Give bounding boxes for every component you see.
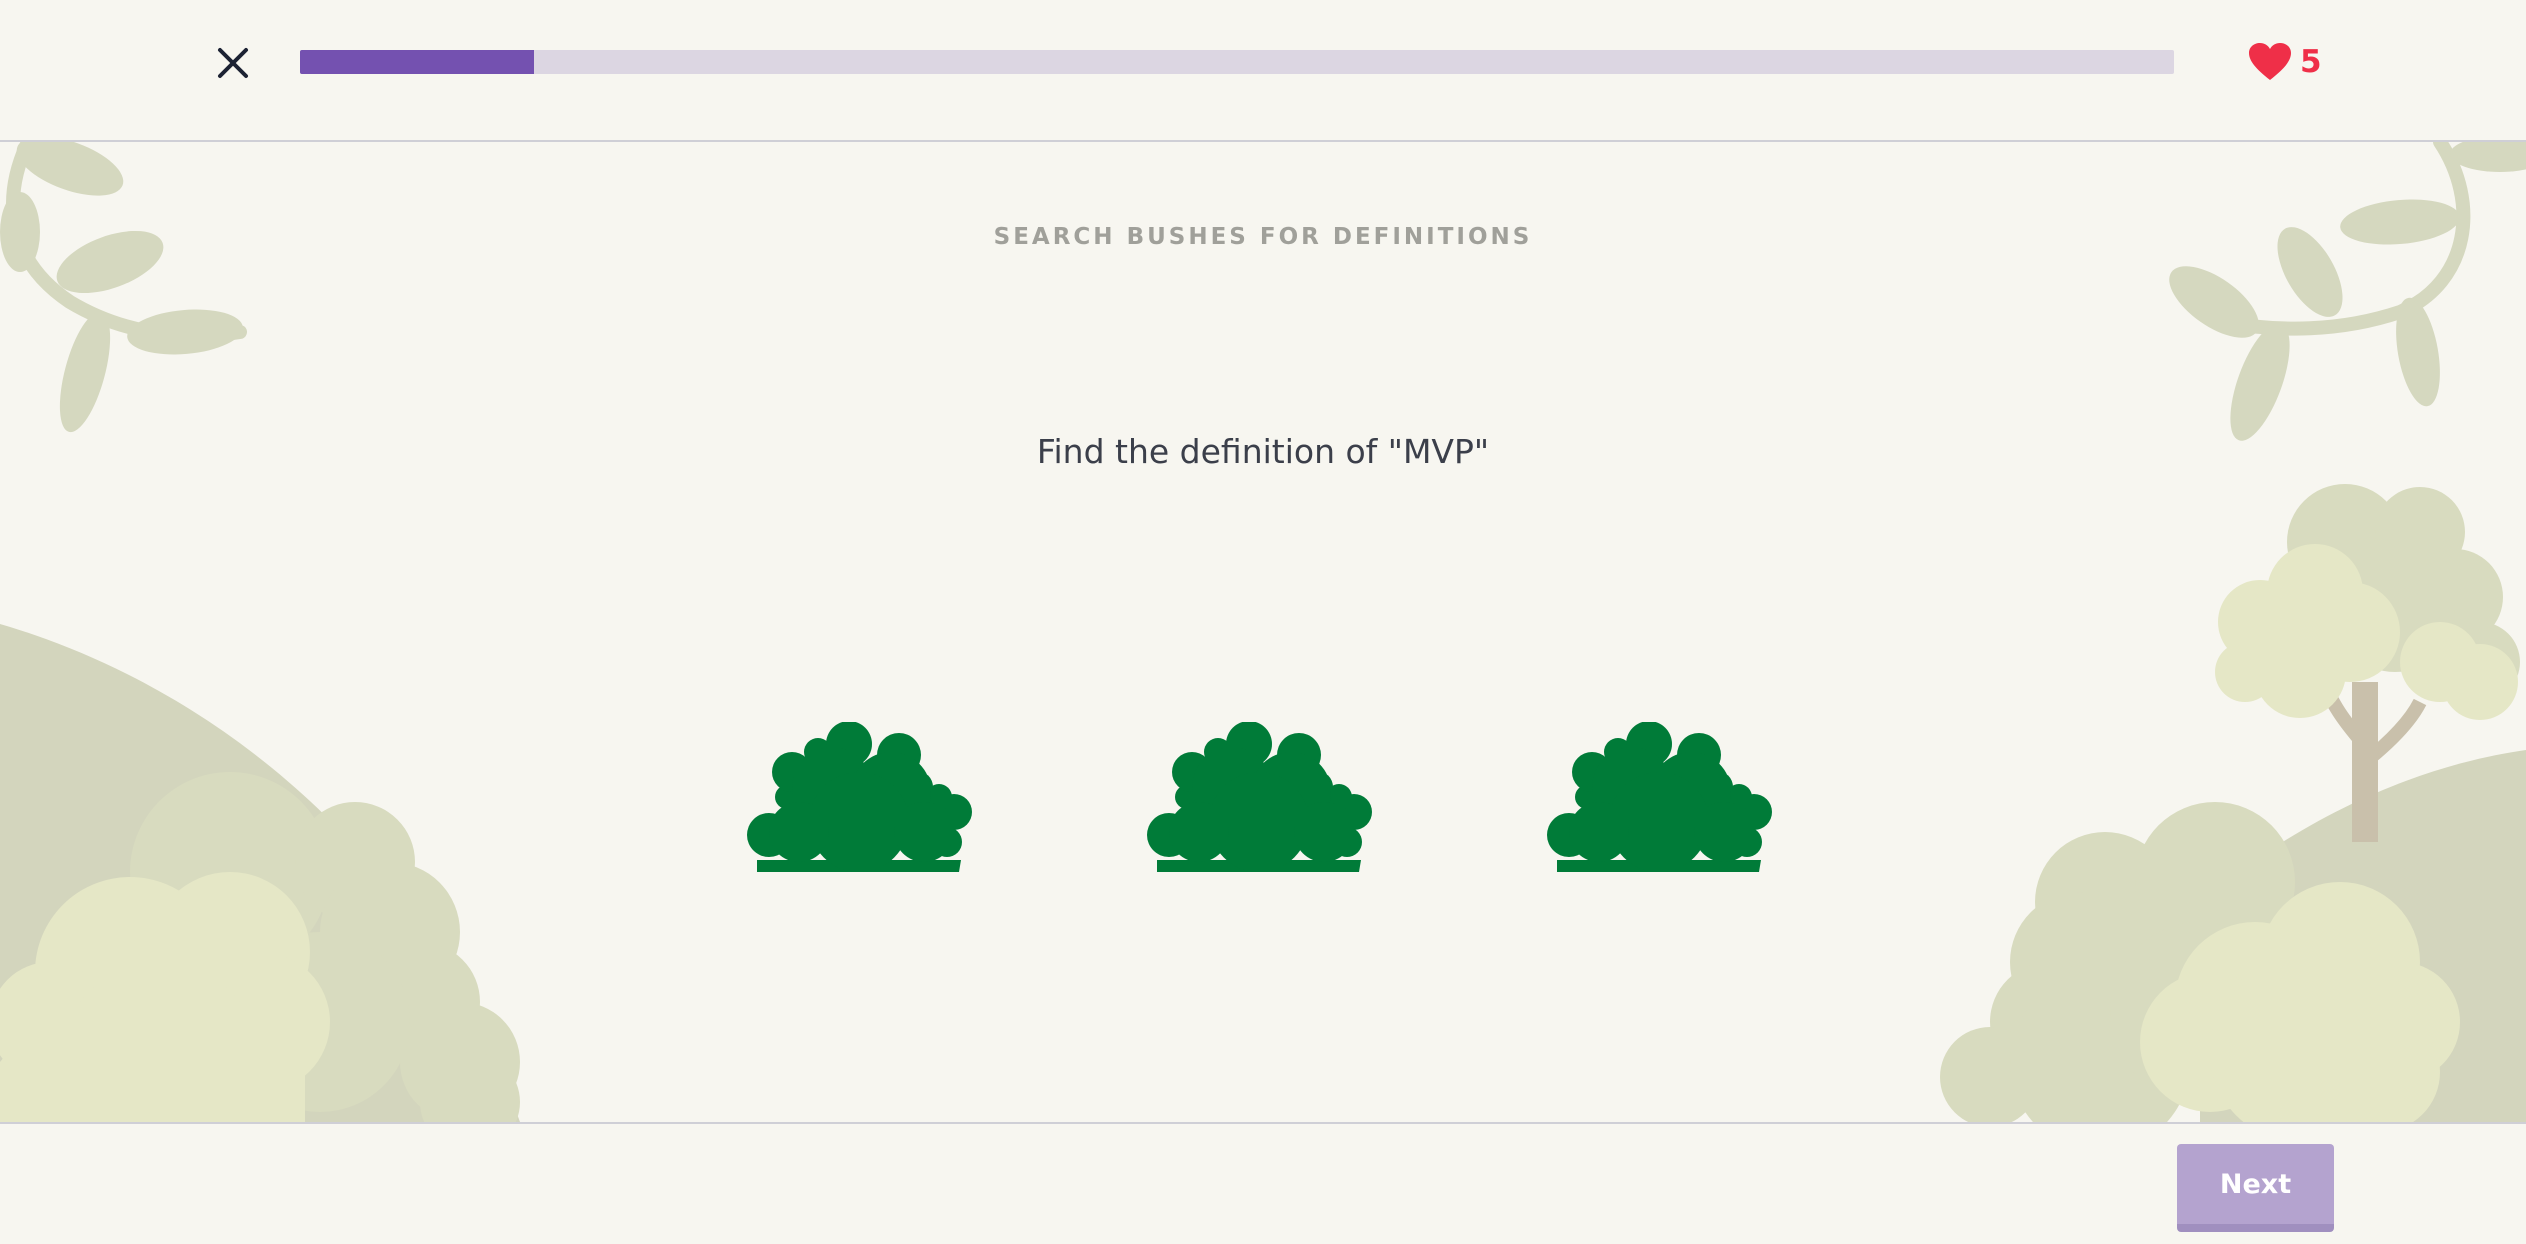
game-scene: SEARCH BUSHES FOR DEFINITIONS Find the d…	[0, 142, 2526, 1122]
bush-1[interactable]	[739, 722, 979, 872]
next-button[interactable]: Next	[2177, 1144, 2334, 1232]
top-bar: 5	[0, 0, 2526, 142]
game-subtitle: SEARCH BUSHES FOR DEFINITIONS	[993, 224, 1533, 250]
bottom-bar: Next	[0, 1122, 2526, 1244]
progress-bar	[300, 50, 2174, 74]
forest-background	[0, 142, 2526, 1122]
question-prompt: Find the definition of "MVP"	[1036, 432, 1490, 471]
close-icon	[218, 48, 248, 78]
bush-3[interactable]	[1539, 722, 1779, 872]
heart-icon	[2249, 43, 2291, 80]
close-button[interactable]	[210, 40, 256, 86]
game-screen: 5 SEARCH BUSHES FOR DEFINITIONS Find the…	[0, 0, 2526, 1244]
bush-2[interactable]	[1139, 722, 1379, 872]
lives-counter: 5	[2248, 38, 2322, 86]
progress-fill	[300, 50, 535, 74]
lives-count: 5	[2300, 44, 2322, 80]
